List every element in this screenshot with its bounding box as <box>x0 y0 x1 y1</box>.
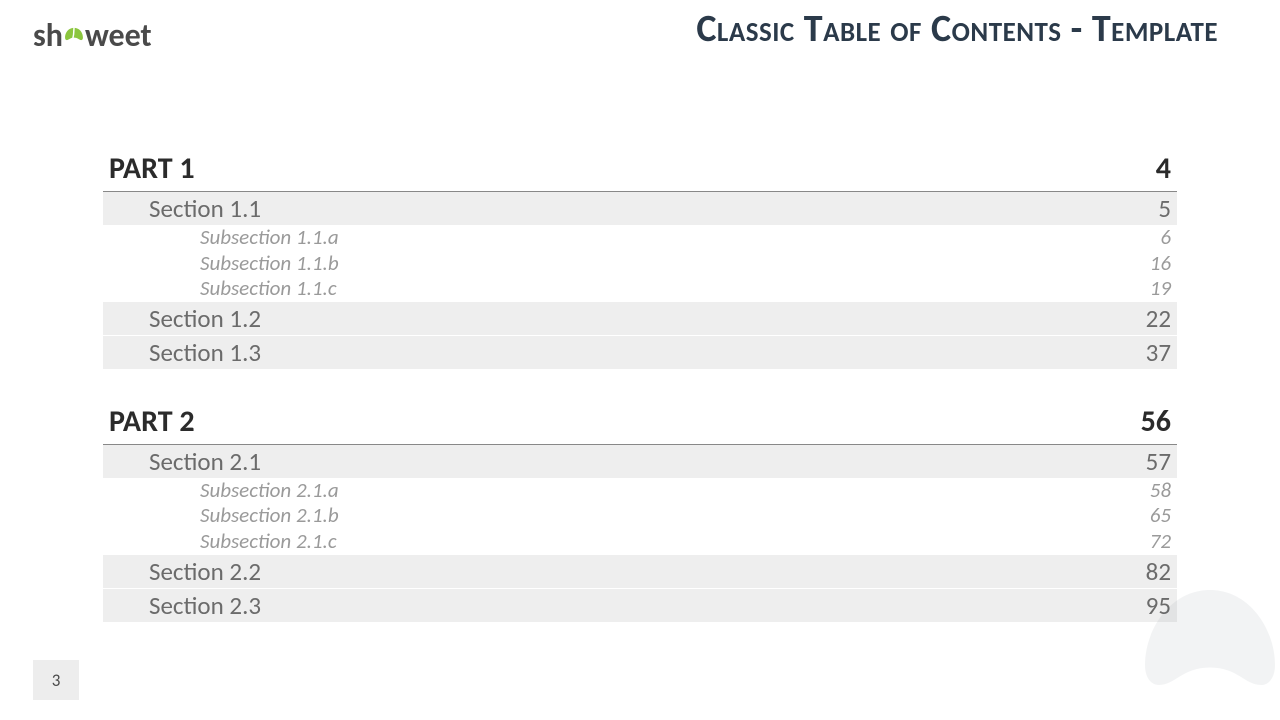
toc-section-page: 95 <box>1146 590 1171 621</box>
toc-subsection-page: 6 <box>1160 225 1171 251</box>
toc-section-label: Section 1.2 <box>149 303 261 334</box>
toc-section-row: Section 1.3 37 <box>103 336 1177 369</box>
toc-subsection-label: Subsection 2.1.c <box>200 529 337 555</box>
toc-section-label: Section 1.3 <box>149 337 261 368</box>
toc-section-label: Section 2.1 <box>149 446 261 477</box>
toc-part-label: PART 1 <box>109 150 195 187</box>
toc-section-page: 22 <box>1146 303 1171 334</box>
toc-section-row: Section 2.2 82 <box>103 555 1177 588</box>
toc-section-page: 57 <box>1146 446 1171 477</box>
toc-part-row: PART 2 56 <box>103 401 1177 445</box>
toc-section-page: 5 <box>1158 193 1171 224</box>
toc-subsection-page: 16 <box>1150 251 1171 277</box>
page-number-badge: 3 <box>33 660 79 700</box>
toc-subsection-page: 58 <box>1150 478 1171 504</box>
toc-part: PART 1 4 Section 1.1 5 Subsection 1.1.a … <box>103 148 1177 369</box>
toc-subsection-page: 72 <box>1150 529 1171 555</box>
toc-subsection-row: Subsection 1.1.b 16 <box>103 251 1177 277</box>
toc-subsection-label: Subsection 2.1.b <box>200 503 339 529</box>
toc-subsection-row: Subsection 2.1.b 65 <box>103 503 1177 529</box>
logo-text-after: weet <box>85 16 152 55</box>
toc-subsection-label: Subsection 1.1.a <box>200 225 339 251</box>
toc-section-page: 37 <box>1146 337 1171 368</box>
toc-part: PART 2 56 Section 2.1 57 Subsection 2.1.… <box>103 401 1177 622</box>
toc-section-label: Section 2.3 <box>149 590 261 621</box>
toc-subsection-label: Subsection 1.1.c <box>200 276 337 302</box>
toc-subsection-row: Subsection 2.1.a 58 <box>103 478 1177 504</box>
toc-subsection-row: Subsection 2.1.c 72 <box>103 529 1177 555</box>
toc-section-row: Section 1.1 5 <box>103 192 1177 225</box>
toc-subsection-page: 65 <box>1150 503 1171 529</box>
toc-part-row: PART 1 4 <box>103 148 1177 192</box>
toc-subsection-row: Subsection 1.1.c 19 <box>103 276 1177 302</box>
slide-title: Classic Table of Contents - Template <box>200 6 1218 52</box>
toc-subsection-label: Subsection 2.1.a <box>200 478 339 504</box>
toc-section-label: Section 1.1 <box>149 193 261 224</box>
logo-text-before: sh <box>33 16 63 55</box>
toc-section-row: Section 2.1 57 <box>103 445 1177 478</box>
toc-section-label: Section 2.2 <box>149 556 261 587</box>
toc-subsection-page: 19 <box>1150 276 1171 302</box>
toc-section-row: Section 1.2 22 <box>103 302 1177 335</box>
toc-section-row: Section 2.3 95 <box>103 589 1177 622</box>
toc-part-page: 56 <box>1141 403 1171 440</box>
toc-part-page: 4 <box>1156 150 1171 187</box>
toc-section-page: 82 <box>1146 556 1171 587</box>
leaf-icon <box>61 23 87 49</box>
table-of-contents: PART 1 4 Section 1.1 5 Subsection 1.1.a … <box>103 148 1177 654</box>
toc-part-label: PART 2 <box>109 403 195 440</box>
toc-subsection-row: Subsection 1.1.a 6 <box>103 225 1177 251</box>
logo: sh weet <box>33 16 152 55</box>
toc-subsection-label: Subsection 1.1.b <box>200 251 339 277</box>
page-number: 3 <box>52 670 61 691</box>
